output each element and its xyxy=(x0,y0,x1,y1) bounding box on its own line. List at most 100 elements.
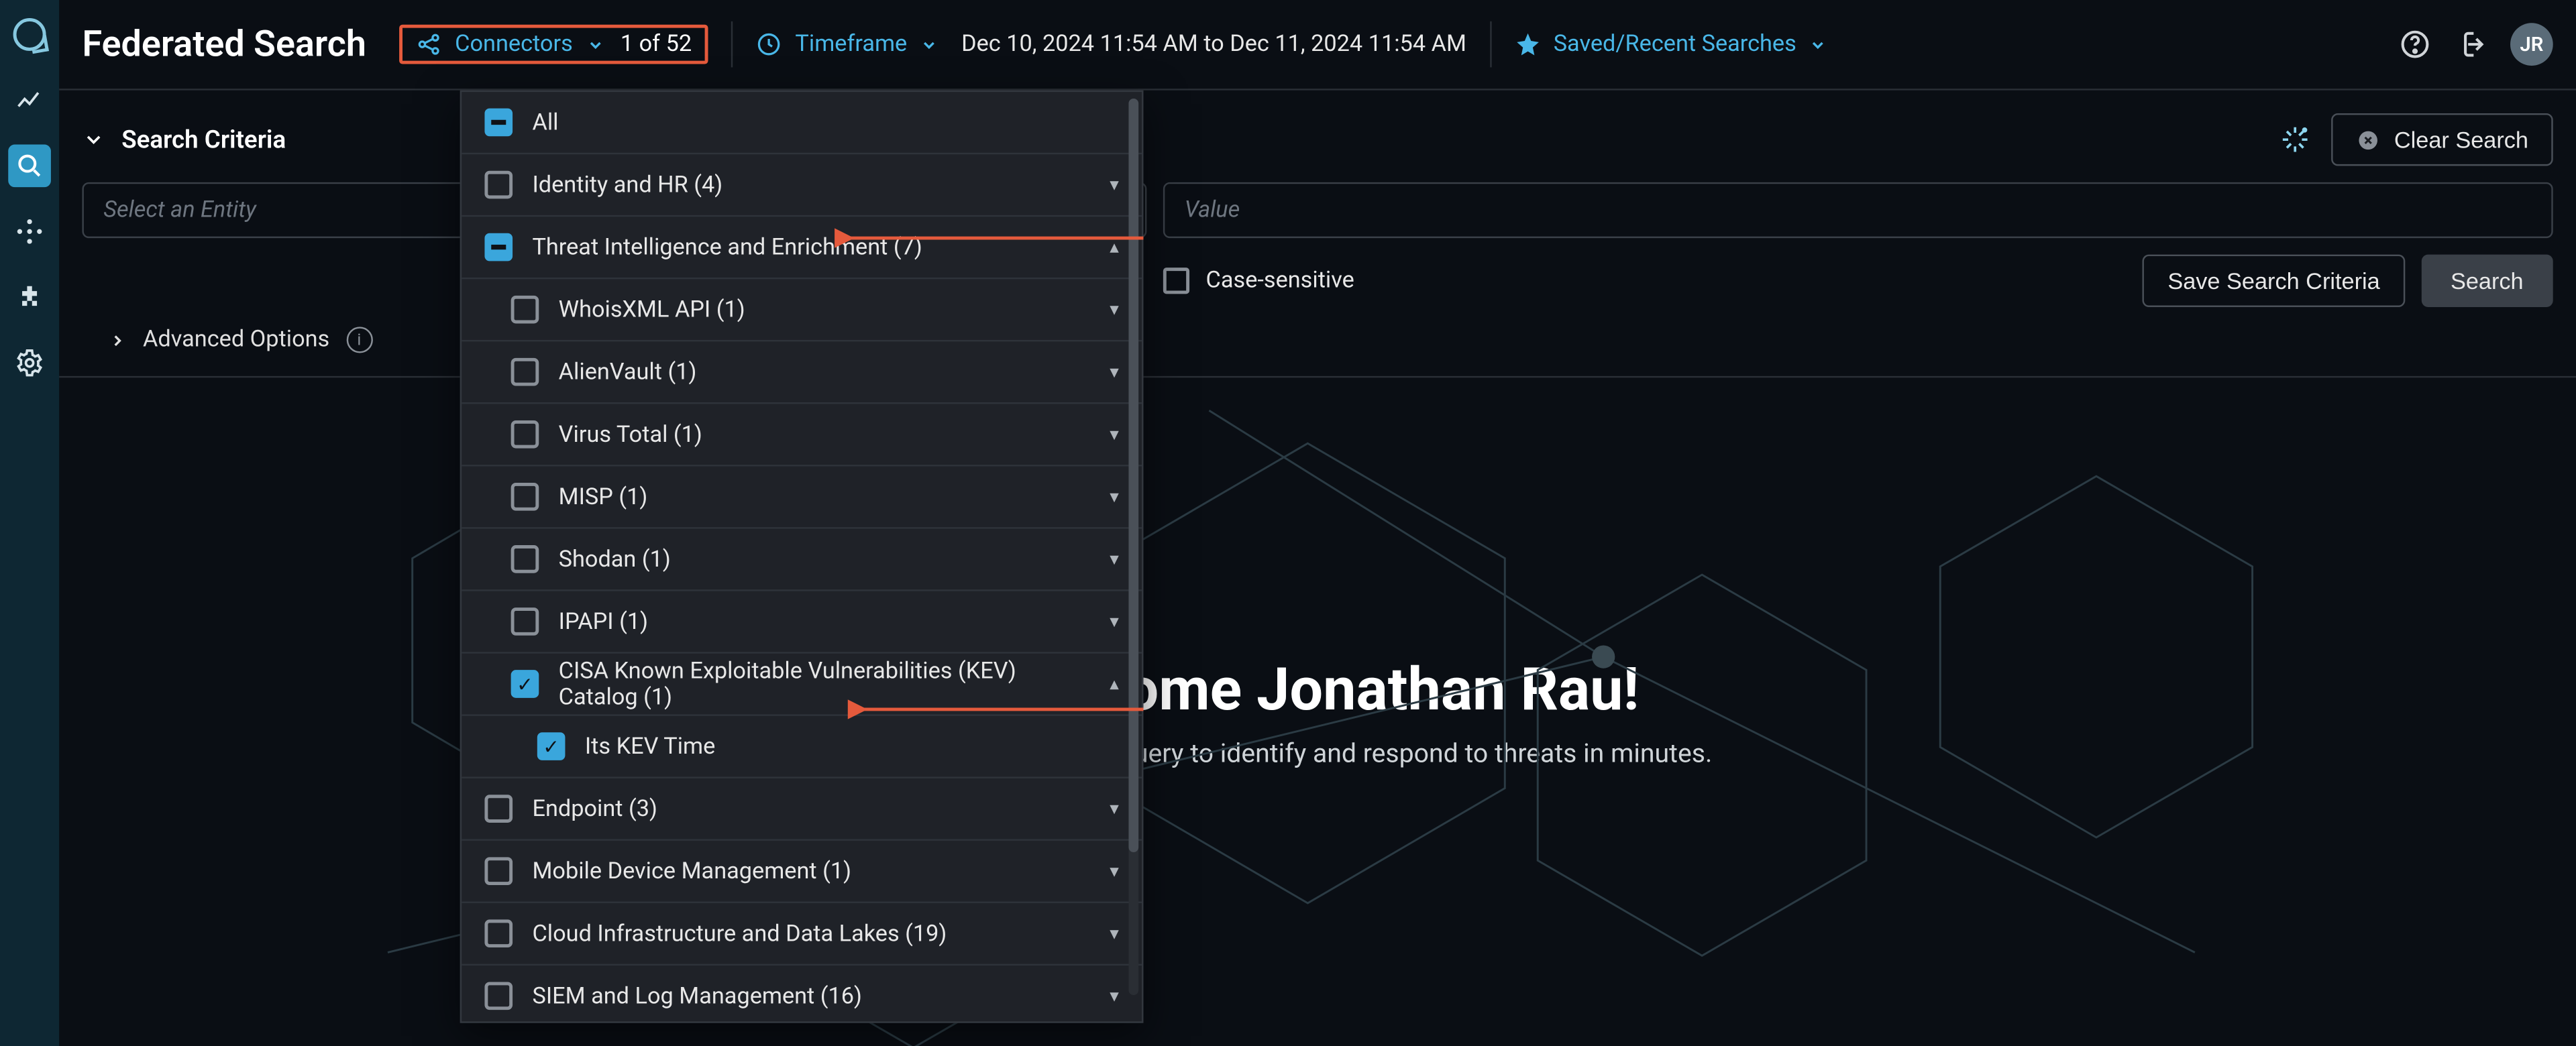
connector-label: Shodan (1) xyxy=(559,546,1090,572)
search-button[interactable]: Search xyxy=(2421,255,2553,307)
connectors-label: Connectors xyxy=(455,32,573,58)
connector-label: Its KEV Time xyxy=(585,733,1119,759)
user-avatar[interactable]: JR xyxy=(2510,23,2553,66)
connector-item[interactable]: MISP (1) ▾ xyxy=(462,467,1142,529)
chevron-down-icon: ▾ xyxy=(1110,299,1119,321)
connectors-highlight: Connectors 1 of 52 xyxy=(399,25,708,64)
advanced-label: Advanced Options xyxy=(143,327,329,353)
chevron-right-icon xyxy=(109,331,127,349)
checkbox-icon xyxy=(511,296,539,324)
help-icon[interactable] xyxy=(2399,28,2432,61)
save-criteria-button[interactable]: Save Search Criteria xyxy=(2143,255,2405,307)
checkbox-icon xyxy=(511,420,539,449)
timeframe-label: Timeframe xyxy=(795,32,907,58)
connector-item[interactable]: Endpoint (3)▾ xyxy=(462,778,1142,841)
case-sensitive-label: Case-sensitive xyxy=(1206,268,1354,294)
criteria-heading: Search Criteria xyxy=(121,125,286,154)
connector-label: Virus Total (1) xyxy=(559,421,1090,447)
saved-searches-dropdown[interactable]: Saved/Recent Searches xyxy=(1514,32,1827,58)
checkbox-icon xyxy=(484,795,513,823)
share-icon xyxy=(415,32,441,58)
chevron-down-icon xyxy=(920,36,938,54)
checkbox-icon xyxy=(484,982,513,1010)
connector-item[interactable]: Cloud Infrastructure and Data Lakes (19)… xyxy=(462,903,1142,966)
clear-label: Clear Search xyxy=(2394,127,2528,153)
nav-analytics[interactable] xyxy=(8,79,51,122)
clear-search-button[interactable]: Clear Search xyxy=(2332,113,2553,166)
checkbox-icon xyxy=(1163,268,1189,294)
connector-item[interactable]: Mobile Device Management (1) ▾ xyxy=(462,841,1142,903)
connector-item[interactable]: SIEM and Log Management (16)▾ xyxy=(462,966,1142,1021)
entity-placeholder: Select an Entity xyxy=(103,197,256,223)
nav-settings[interactable] xyxy=(8,341,51,384)
connector-item[interactable]: AlienVault (1) ▾ xyxy=(462,341,1142,404)
connector-label: MISP (1) xyxy=(559,483,1090,510)
connector-item[interactable]: IPAPI (1) ▾ xyxy=(462,591,1142,654)
timeframe-value: Dec 10, 2024 11:54 AM to Dec 11, 2024 11… xyxy=(961,32,1466,58)
connector-item[interactable]: ✓ CISA Known Exploitable Vulnerabilities … xyxy=(462,654,1142,716)
clock-icon xyxy=(756,32,782,58)
checkbox-icon xyxy=(511,483,539,511)
chevron-down-icon: ▾ xyxy=(1110,361,1119,383)
chevron-up-icon: ▴ xyxy=(1110,237,1119,258)
connector-label: Mobile Device Management (1) xyxy=(532,858,1089,884)
chevron-down-icon: ▾ xyxy=(1110,548,1119,570)
checkbox-icon xyxy=(511,358,539,386)
connector-label: Identity and HR (4) xyxy=(532,172,1089,198)
connector-item[interactable]: Threat Intelligence and Enrichment (7) ▴ xyxy=(462,217,1142,279)
connector-label: CISA Known Exploitable Vulnerabilities (… xyxy=(559,658,1090,710)
chevron-down-icon: ▾ xyxy=(1110,486,1119,508)
timeframe-dropdown[interactable]: Timeframe xyxy=(756,32,938,58)
divider xyxy=(731,21,733,68)
connector-label: Threat Intelligence and Enrichment (7) xyxy=(532,234,1089,260)
checkbox-icon xyxy=(484,857,513,885)
checkbox-icon xyxy=(484,233,513,262)
chevron-down-icon xyxy=(586,36,604,54)
connectors-dropdown-panel: AllIdentity and HR (4)▾Threat Intelligen… xyxy=(460,91,1144,1023)
case-sensitive-checkbox[interactable]: Case-sensitive xyxy=(1163,268,1354,294)
connector-item[interactable]: Identity and HR (4)▾ xyxy=(462,154,1142,217)
value-input[interactable]: Value xyxy=(1163,182,2553,238)
star-icon xyxy=(1514,32,1540,58)
logo-icon[interactable] xyxy=(8,13,51,56)
chevron-down-icon: ▾ xyxy=(1110,860,1119,882)
close-circle-icon xyxy=(2357,127,2381,152)
scrollbar[interactable] xyxy=(1128,99,1138,995)
chevron-down-icon xyxy=(82,128,105,151)
connector-item[interactable]: All xyxy=(462,92,1142,154)
search-criteria-toggle[interactable]: Search Criteria xyxy=(82,125,286,154)
connector-item[interactable]: Virus Total (1)▾ xyxy=(462,404,1142,466)
hero-area: Welcome Jonathan Rau! Get started with Q… xyxy=(59,377,2576,1046)
chevron-down-icon: ▾ xyxy=(1110,985,1119,1006)
connector-item[interactable]: Shodan (1) ▾ xyxy=(462,529,1142,591)
nav-search[interactable] xyxy=(8,145,51,188)
connector-label: IPAPI (1) xyxy=(559,608,1090,634)
checkbox-icon: ✓ xyxy=(511,670,539,698)
chevron-down-icon: ▾ xyxy=(1110,923,1119,944)
connector-item[interactable]: ✓ Its KEV Time xyxy=(462,716,1142,778)
connector-label: WhoisXML API (1) xyxy=(559,296,1090,323)
page-title: Federated Search xyxy=(82,24,366,65)
connectors-count: 1 of 52 xyxy=(621,32,692,58)
connector-label: Endpoint (3) xyxy=(532,796,1089,822)
sparkle-icon[interactable] xyxy=(2279,123,2312,156)
info-icon: i xyxy=(346,327,372,353)
connector-label: Cloud Infrastructure and Data Lakes (19) xyxy=(532,921,1089,947)
nav-nodes[interactable] xyxy=(8,210,51,253)
chevron-down-icon: ▾ xyxy=(1110,611,1119,632)
logout-icon[interactable] xyxy=(2455,28,2487,61)
connector-item[interactable]: WhoisXML API (1) ▾ xyxy=(462,279,1142,341)
advanced-options-toggle[interactable]: Advanced Options i xyxy=(59,327,2576,377)
side-nav xyxy=(0,0,59,1046)
checkbox-icon: ✓ xyxy=(537,732,566,760)
connector-label: AlienVault (1) xyxy=(559,359,1090,385)
value-placeholder: Value xyxy=(1185,197,1240,223)
nav-plugin[interactable] xyxy=(8,276,51,318)
checkbox-icon xyxy=(484,109,513,137)
divider xyxy=(1489,21,1491,68)
connectors-dropdown[interactable]: Connectors xyxy=(415,32,604,58)
checkbox-icon xyxy=(511,607,539,636)
checkbox-icon xyxy=(484,171,513,199)
connector-label: All xyxy=(532,109,1118,135)
chevron-down-icon xyxy=(1809,36,1827,54)
